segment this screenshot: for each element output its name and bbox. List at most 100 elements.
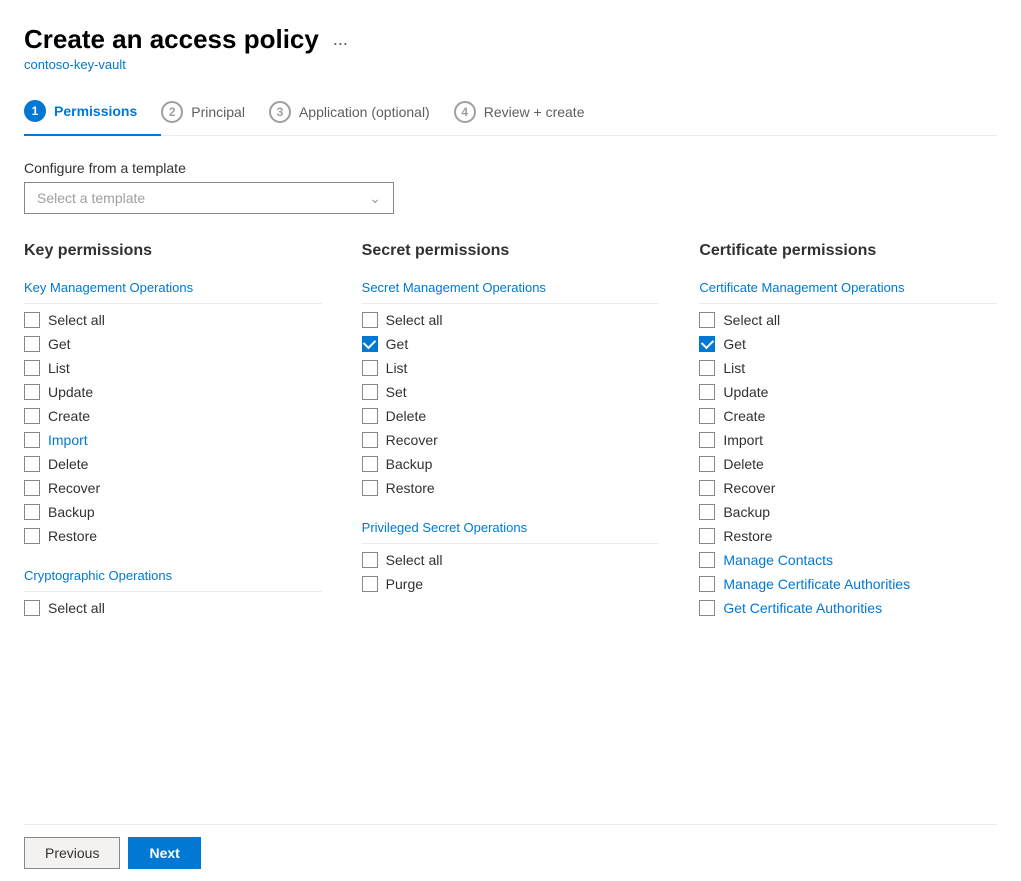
permission-column-0: Key permissionsKey Management Operations… (24, 242, 322, 624)
template-select-dropdown[interactable]: Select a template ⌄ (24, 182, 394, 214)
checkbox-1-0-2[interactable] (362, 360, 378, 376)
checkbox-0-0-1[interactable] (24, 336, 40, 352)
checkbox-0-1-0[interactable] (24, 600, 40, 616)
checkbox-item-0-0-6[interactable]: Delete (24, 456, 322, 472)
checkbox-2-0-7[interactable] (699, 480, 715, 496)
checkbox-item-2-0-0[interactable]: Select all (699, 312, 997, 328)
checkbox-1-0-5[interactable] (362, 432, 378, 448)
checkbox-1-0-1[interactable] (362, 336, 378, 352)
checkbox-2-0-1[interactable] (699, 336, 715, 352)
checkbox-label-1-0-0: Select all (386, 312, 443, 328)
checkbox-label-2-0-9: Restore (723, 528, 772, 544)
wizard-step-4[interactable]: 4Review + create (454, 89, 609, 135)
checkbox-0-0-7[interactable] (24, 480, 40, 496)
checkbox-item-0-0-3[interactable]: Update (24, 384, 322, 400)
checkbox-2-0-5[interactable] (699, 432, 715, 448)
checkbox-item-2-0-1[interactable]: Get (699, 336, 997, 352)
checkbox-item-2-0-10[interactable]: Manage Contacts (699, 552, 997, 568)
checkbox-0-0-8[interactable] (24, 504, 40, 520)
wizard-steps: 1Permissions2Principal3Application (opti… (24, 88, 997, 136)
checkbox-item-0-0-4[interactable]: Create (24, 408, 322, 424)
checkbox-item-2-0-2[interactable]: List (699, 360, 997, 376)
checkbox-0-0-2[interactable] (24, 360, 40, 376)
checkbox-label-0-1-0: Select all (48, 600, 105, 616)
step-circle-4: 4 (454, 101, 476, 123)
checkbox-1-0-6[interactable] (362, 456, 378, 472)
checkbox-item-1-0-4[interactable]: Delete (362, 408, 660, 424)
checkbox-item-0-0-0[interactable]: Select all (24, 312, 322, 328)
checkbox-label-2-0-1: Get (723, 336, 746, 352)
checkbox-item-1-0-2[interactable]: List (362, 360, 660, 376)
checkbox-label-2-0-12: Get Certificate Authorities (723, 600, 882, 616)
checkbox-2-0-9[interactable] (699, 528, 715, 544)
checkbox-item-2-0-5[interactable]: Import (699, 432, 997, 448)
checkbox-2-0-3[interactable] (699, 384, 715, 400)
checkbox-item-0-0-2[interactable]: List (24, 360, 322, 376)
checkbox-item-0-0-5[interactable]: Import (24, 432, 322, 448)
checkbox-item-1-0-5[interactable]: Recover (362, 432, 660, 448)
checkbox-2-0-4[interactable] (699, 408, 715, 424)
wizard-step-1[interactable]: 1Permissions (24, 88, 161, 136)
checkbox-2-0-0[interactable] (699, 312, 715, 328)
checkbox-label-0-0-0: Select all (48, 312, 105, 328)
checkbox-label-2-0-5: Import (723, 432, 763, 448)
previous-button[interactable]: Previous (24, 837, 120, 869)
permission-column-2: Certificate permissionsCertificate Manag… (699, 242, 997, 624)
wizard-step-2[interactable]: 2Principal (161, 89, 269, 135)
template-section: Configure from a template Select a templ… (24, 160, 997, 214)
checkbox-1-1-1[interactable] (362, 576, 378, 592)
checkbox-2-0-11[interactable] (699, 576, 715, 592)
checkbox-item-1-1-1[interactable]: Purge (362, 576, 660, 592)
checkbox-0-0-5[interactable] (24, 432, 40, 448)
template-label: Configure from a template (24, 160, 997, 176)
main-content: Configure from a template Select a templ… (24, 160, 997, 824)
checkbox-2-0-12[interactable] (699, 600, 715, 616)
checkbox-item-0-0-7[interactable]: Recover (24, 480, 322, 496)
checkbox-2-0-10[interactable] (699, 552, 715, 568)
checkbox-item-1-0-6[interactable]: Backup (362, 456, 660, 472)
checkbox-item-1-0-3[interactable]: Set (362, 384, 660, 400)
checkbox-item-2-0-7[interactable]: Recover (699, 480, 997, 496)
checkbox-item-1-0-0[interactable]: Select all (362, 312, 660, 328)
checkbox-1-0-0[interactable] (362, 312, 378, 328)
checkbox-item-0-0-9[interactable]: Restore (24, 528, 322, 544)
checkbox-item-2-0-3[interactable]: Update (699, 384, 997, 400)
checkbox-1-1-0[interactable] (362, 552, 378, 568)
step-label-2: Principal (191, 104, 245, 120)
ellipsis-button[interactable]: ... (329, 29, 352, 50)
checkbox-0-0-9[interactable] (24, 528, 40, 544)
checkbox-item-0-0-8[interactable]: Backup (24, 504, 322, 520)
template-placeholder: Select a template (37, 190, 145, 206)
checkbox-item-2-0-8[interactable]: Backup (699, 504, 997, 520)
checkbox-1-0-7[interactable] (362, 480, 378, 496)
breadcrumb[interactable]: contoso-key-vault (24, 57, 997, 72)
checkbox-0-0-0[interactable] (24, 312, 40, 328)
checkbox-item-2-0-12[interactable]: Get Certificate Authorities (699, 600, 997, 616)
section-title-0-1: Cryptographic Operations (24, 568, 322, 583)
checkbox-label-2-0-10: Manage Contacts (723, 552, 833, 568)
checkbox-item-1-1-0[interactable]: Select all (362, 552, 660, 568)
checkbox-1-0-3[interactable] (362, 384, 378, 400)
checkbox-item-0-0-1[interactable]: Get (24, 336, 322, 352)
checkbox-2-0-6[interactable] (699, 456, 715, 472)
checkbox-item-2-0-6[interactable]: Delete (699, 456, 997, 472)
wizard-step-3[interactable]: 3Application (optional) (269, 89, 454, 135)
permission-col-title-1: Secret permissions (362, 242, 660, 260)
checkbox-label-2-0-0: Select all (723, 312, 780, 328)
checkbox-0-0-4[interactable] (24, 408, 40, 424)
checkbox-item-2-0-4[interactable]: Create (699, 408, 997, 424)
checkbox-label-1-0-7: Restore (386, 480, 435, 496)
permission-col-title-0: Key permissions (24, 242, 322, 260)
checkbox-item-1-0-1[interactable]: Get (362, 336, 660, 352)
checkbox-0-0-6[interactable] (24, 456, 40, 472)
checkbox-item-2-0-11[interactable]: Manage Certificate Authorities (699, 576, 997, 592)
checkbox-2-0-8[interactable] (699, 504, 715, 520)
checkbox-0-0-3[interactable] (24, 384, 40, 400)
checkbox-item-2-0-9[interactable]: Restore (699, 528, 997, 544)
next-button[interactable]: Next (128, 837, 200, 869)
page-header: Create an access policy ... contoso-key-… (24, 24, 997, 72)
checkbox-item-1-0-7[interactable]: Restore (362, 480, 660, 496)
checkbox-item-0-1-0[interactable]: Select all (24, 600, 322, 616)
checkbox-2-0-2[interactable] (699, 360, 715, 376)
checkbox-1-0-4[interactable] (362, 408, 378, 424)
